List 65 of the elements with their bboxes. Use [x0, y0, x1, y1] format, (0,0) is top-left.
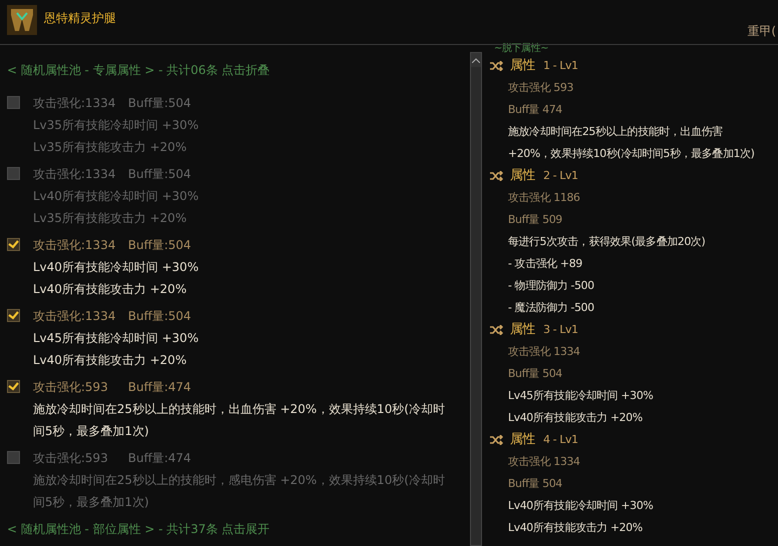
- attribute-label: 属性: [510, 167, 536, 186]
- option-effect: Lv45所有技能冷却时间 +30%: [33, 330, 200, 347]
- attribute-effect: - 攻击强化 +89: [508, 256, 582, 272]
- attribute-effect: 施放冷却时间在25秒以上的技能时，出血伤害: [508, 124, 723, 140]
- checkbox[interactable]: [7, 167, 20, 180]
- item-type: 重甲(: [747, 23, 776, 40]
- attribute-stat: Buff量 509: [508, 212, 562, 228]
- buff-stat: Buff量:474: [128, 450, 192, 467]
- attribute-stat: 攻击强化 593: [508, 80, 574, 96]
- buff-stat: Buff量:504: [128, 95, 192, 112]
- attribute-stat: Buff量 504: [508, 476, 562, 492]
- buff-stat: Buff量:504: [128, 237, 192, 254]
- attribute-level: 3 - Lv1: [543, 322, 578, 338]
- option-effect: Lv35所有技能冷却时间 +30%: [33, 117, 200, 134]
- attack-stat: 攻击强化:1334: [33, 308, 117, 325]
- attribute-level: 1 - Lv1: [543, 58, 578, 74]
- attribute-effect: - 魔法防御力 -500: [508, 300, 594, 316]
- option-effect: 施放冷却时间在25秒以上的技能时，出血伤害 +20%，效果持续10秒(冷却时间5秒，最多叠加1次): [33, 401, 446, 440]
- scroll-up-button[interactable]: [471, 53, 481, 67]
- section-header[interactable]: < 随机属性池 - 部位属性 > - 共计37条 点击展开: [7, 518, 470, 540]
- buff-stat: Buff量:474: [128, 379, 192, 396]
- attribute-label: 属性: [510, 57, 536, 76]
- shuffle-icon: [490, 61, 504, 71]
- leg-armor-icon: [7, 5, 37, 35]
- attack-stat: 攻击强化:593: [33, 379, 109, 396]
- scrollbar[interactable]: [470, 52, 482, 546]
- attribute-stat: Buff量 474: [508, 102, 562, 118]
- attribute-stat: 攻击强化 1334: [508, 454, 580, 470]
- section-header[interactable]: < 随机属性池 - 专属属性 > - 共计06条 点击折叠: [7, 59, 470, 81]
- option-effect: Lv40所有技能攻击力 +20%: [33, 352, 188, 369]
- attribute-effect: Lv40所有技能攻击力 +20%: [508, 520, 642, 536]
- attribute-effect: - 物理防御力 -500: [508, 278, 594, 294]
- attribute-stat: Buff量 504: [508, 366, 562, 382]
- checkbox[interactable]: [7, 96, 20, 109]
- attack-stat: 攻击强化:1334: [33, 237, 117, 254]
- attack-stat: 攻击强化:1334: [33, 166, 117, 183]
- attribute-label: 属性: [510, 431, 536, 450]
- option-effect: Lv40所有技能冷却时间 +30%: [33, 259, 200, 276]
- attribute-stat: 攻击强化 1186: [508, 190, 580, 206]
- attribute-label: 属性: [510, 321, 536, 340]
- shuffle-icon: [490, 171, 504, 181]
- option-effect: Lv35所有技能攻击力 +20%: [33, 139, 188, 156]
- option-effect: Lv40所有技能攻击力 +20%: [33, 281, 188, 298]
- attribute-effect: +20%，效果持续10秒(冷却时间5秒，最多叠加1次): [508, 146, 754, 162]
- checkbox[interactable]: [7, 451, 20, 464]
- attribute-effect: Lv40所有技能攻击力 +20%: [508, 410, 642, 426]
- shuffle-icon: [490, 325, 504, 335]
- option-effect: Lv35所有技能攻击力 +20%: [33, 210, 188, 227]
- attribute-effect: Lv40所有技能冷却时间 +30%: [508, 498, 653, 514]
- item-name: 恩特精灵护腿: [44, 10, 116, 27]
- option-effect: Lv40所有技能冷却时间 +30%: [33, 188, 200, 205]
- checkbox[interactable]: [7, 238, 20, 251]
- attribute-effect: Lv45所有技能冷却时间 +30%: [508, 388, 653, 404]
- checkbox[interactable]: [7, 380, 20, 393]
- shuffle-icon: [490, 435, 504, 445]
- buff-stat: Buff量:504: [128, 308, 192, 325]
- attack-stat: 攻击强化:593: [33, 450, 109, 467]
- attribute-stat: 攻击强化 1334: [508, 344, 580, 360]
- attack-stat: 攻击强化:1334: [33, 95, 117, 112]
- option-effect: 施放冷却时间在25秒以上的技能时，感电伤害 +20%，效果持续10秒(冷却时间5秒，最多叠加1次): [33, 472, 446, 511]
- attribute-level: 2 - Lv1: [543, 168, 578, 184]
- checkbox[interactable]: [7, 309, 20, 322]
- buff-stat: Buff量:504: [128, 166, 192, 183]
- attribute-effect: 每进行5次攻击，获得效果(最多叠加20次): [508, 234, 706, 250]
- attribute-level: 4 - Lv1: [543, 432, 578, 448]
